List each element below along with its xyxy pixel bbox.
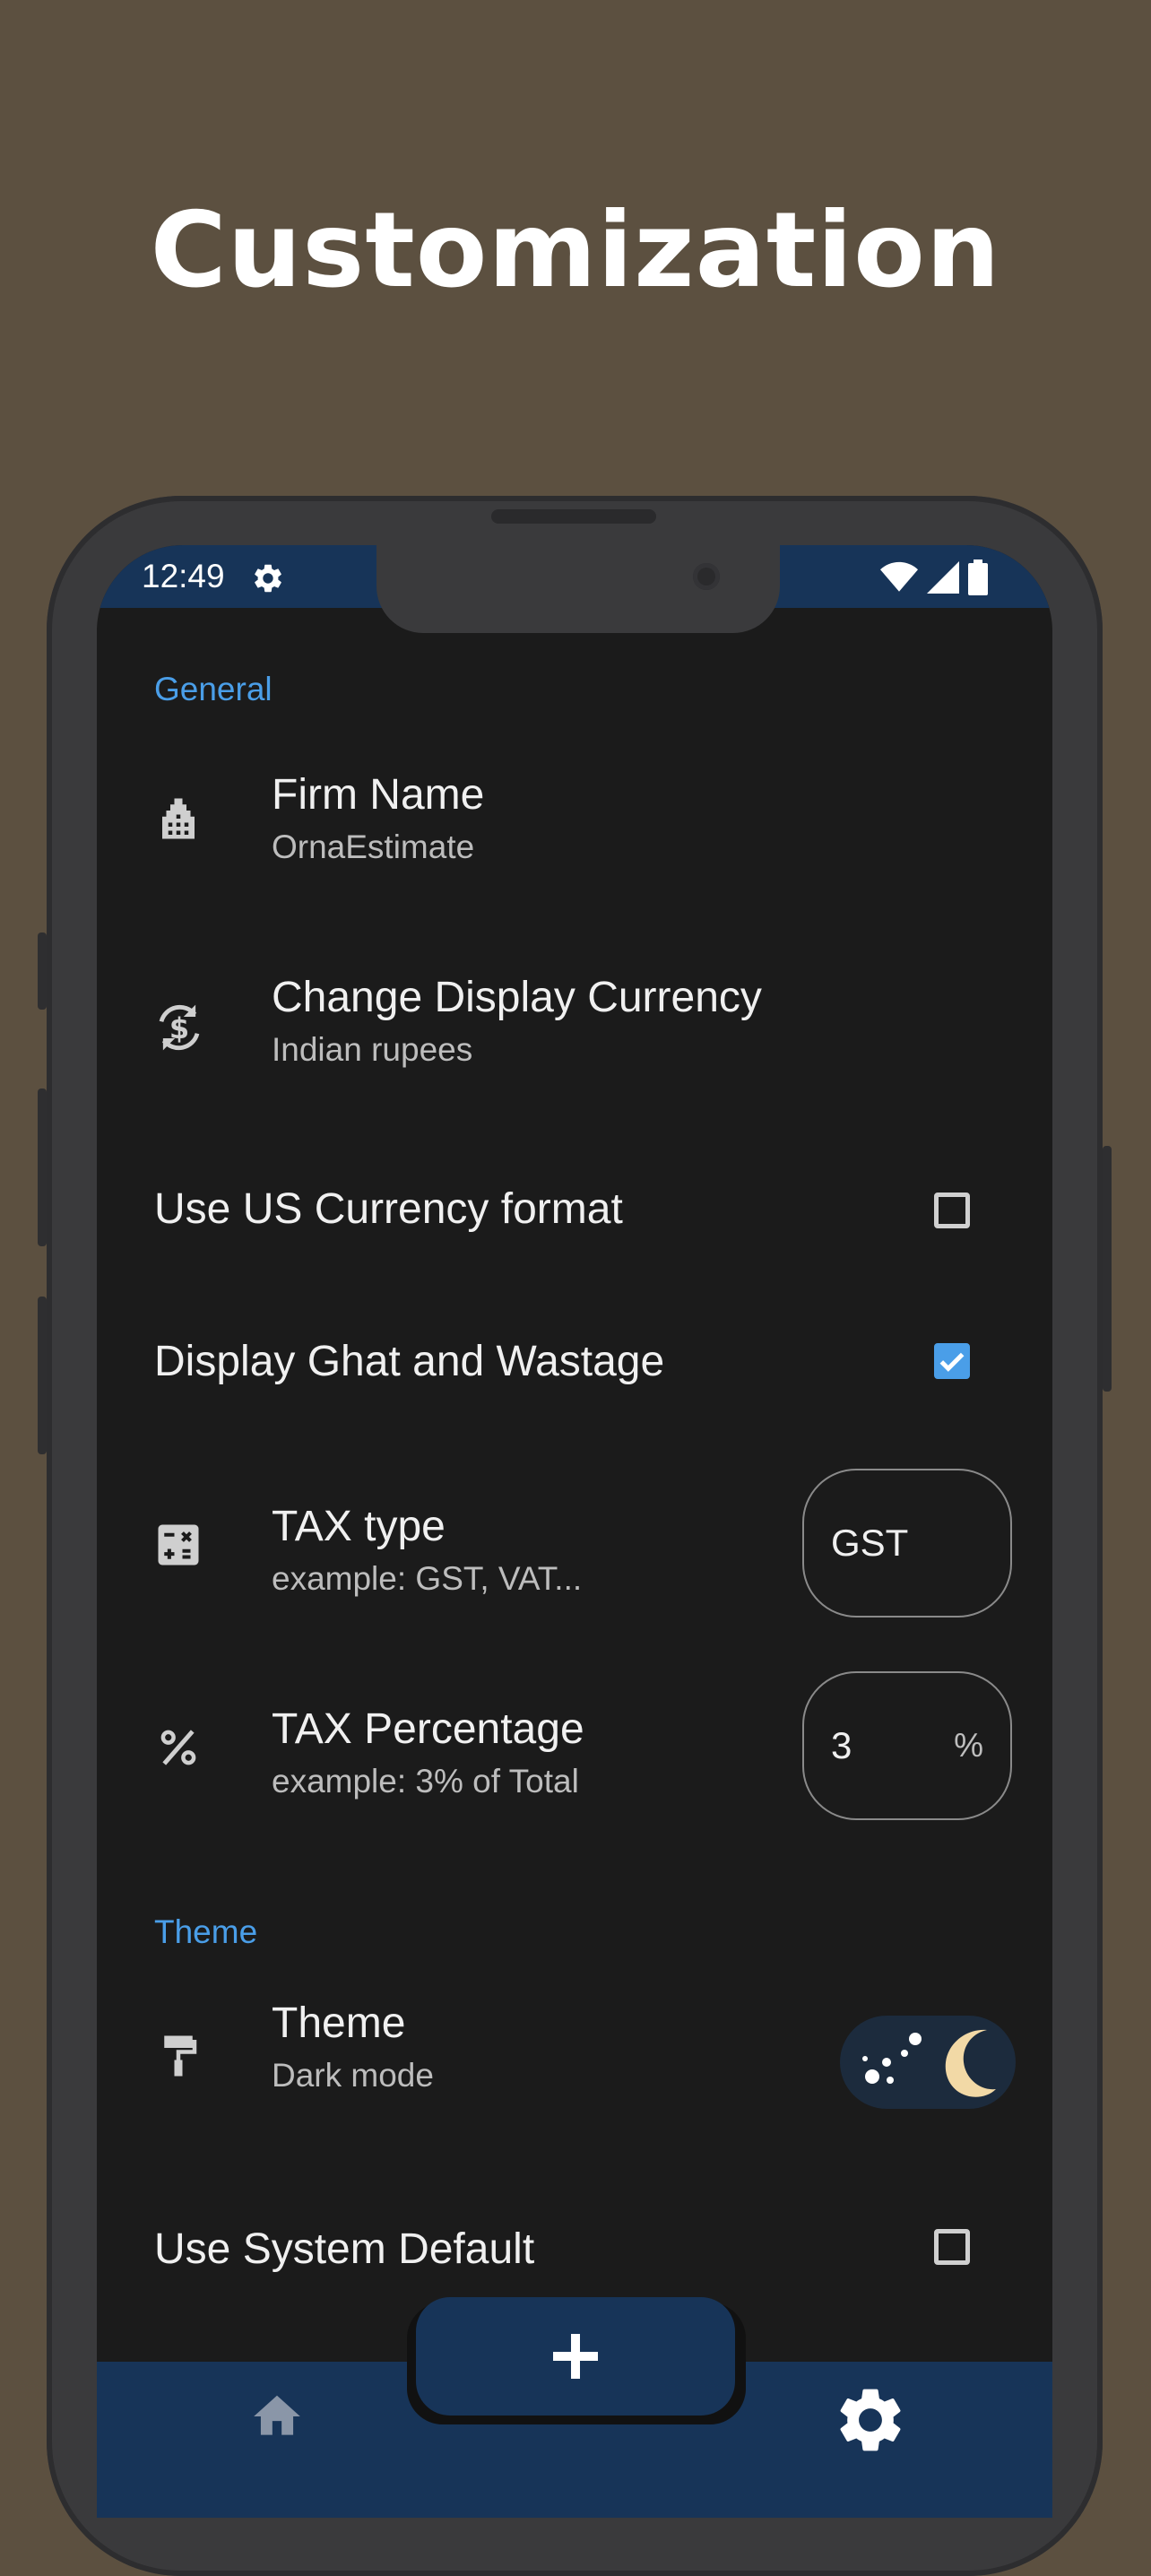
setting-theme: Theme Dark mode: [97, 1980, 1052, 2114]
building-icon: [162, 798, 195, 839]
add-estimate-button[interactable]: [416, 2297, 735, 2416]
tax-percentage-input[interactable]: 3 %: [802, 1671, 1012, 1820]
wifi-icon: [880, 561, 918, 592]
paint-roller-icon: [164, 2035, 197, 2077]
display-currency-value: Indian rupees: [272, 1031, 473, 1068]
section-header-theme: Theme: [154, 1913, 258, 1950]
phone-volume-down-button: [38, 1297, 47, 1454]
ghat-wastage-checkbox[interactable]: [934, 1343, 970, 1379]
tax-type-hint: example: GST, VAT...: [272, 1560, 583, 1597]
theme-title: Theme: [272, 1999, 406, 2047]
theme-value: Dark mode: [272, 2057, 434, 2094]
front-camera: [693, 563, 720, 590]
setting-us-currency-format[interactable]: Use US Currency format: [97, 1164, 1052, 1253]
section-header-general: General: [154, 671, 273, 707]
home-icon[interactable]: [249, 2389, 305, 2444]
phone-notch: [376, 545, 780, 633]
tax-percentage-input-value: 3: [831, 1724, 852, 1766]
us-currency-format-checkbox[interactable]: [934, 1193, 970, 1228]
battery-icon: [968, 559, 988, 595]
setting-tax-type: TAX type example: GST, VAT... GST: [97, 1469, 1052, 1621]
phone-speaker: [491, 509, 656, 524]
svg-text:$: $: [169, 1011, 189, 1045]
setting-ghat-wastage[interactable]: Display Ghat and Wastage: [97, 1316, 1052, 1406]
firm-name-value: OrnaEstimate: [272, 828, 475, 865]
us-currency-format-title: Use US Currency format: [154, 1185, 623, 1233]
tax-type-input[interactable]: GST: [802, 1469, 1012, 1618]
calculator-icon: [158, 1524, 199, 1566]
add-icon: [553, 2334, 598, 2379]
percent-icon: [160, 1730, 196, 1765]
status-time: 12:49: [142, 558, 225, 594]
currency-exchange-icon: $: [159, 1004, 200, 1051]
setting-firm-name[interactable]: Firm Name OrnaEstimate: [97, 751, 1052, 886]
moon-icon: [945, 2029, 996, 2097]
display-currency-title: Change Display Currency: [272, 974, 762, 1021]
theme-dark-mode-toggle[interactable]: [840, 2016, 1016, 2109]
use-system-default-checkbox[interactable]: [934, 2229, 970, 2265]
tax-percentage-hint: example: 3% of Total: [272, 1763, 579, 1800]
tax-percentage-title: TAX Percentage: [272, 1705, 584, 1753]
firm-name-title: Firm Name: [272, 771, 485, 819]
setting-use-system-default[interactable]: Use System Default: [97, 2204, 1052, 2294]
phone-side-button: [38, 932, 47, 1010]
tax-type-title: TAX type: [272, 1503, 446, 1550]
tax-type-input-value: GST: [831, 1522, 909, 1564]
ghat-wastage-title: Display Ghat and Wastage: [154, 1338, 665, 1385]
setting-display-currency[interactable]: $ Change Display Currency Indian rupees: [97, 954, 1052, 1089]
status-icons: [880, 559, 988, 595]
page-headline: Customization: [150, 190, 1001, 311]
gear-icon: [255, 564, 281, 593]
signal-icon: [927, 561, 959, 594]
setting-tax-percentage: TAX Percentage example: 3% of Total 3 %: [97, 1671, 1052, 1824]
tax-percentage-suffix: %: [954, 1727, 983, 1764]
app-screen: 12:49 General Firm Name OrnaEstimate $ C…: [97, 545, 1052, 2518]
settings-icon[interactable]: [832, 2381, 909, 2459]
checkmark-icon: [939, 1352, 965, 1372]
phone-power-button: [1103, 1146, 1112, 1392]
use-system-default-title: Use System Default: [154, 2225, 535, 2273]
phone-volume-up-button: [38, 1089, 47, 1246]
